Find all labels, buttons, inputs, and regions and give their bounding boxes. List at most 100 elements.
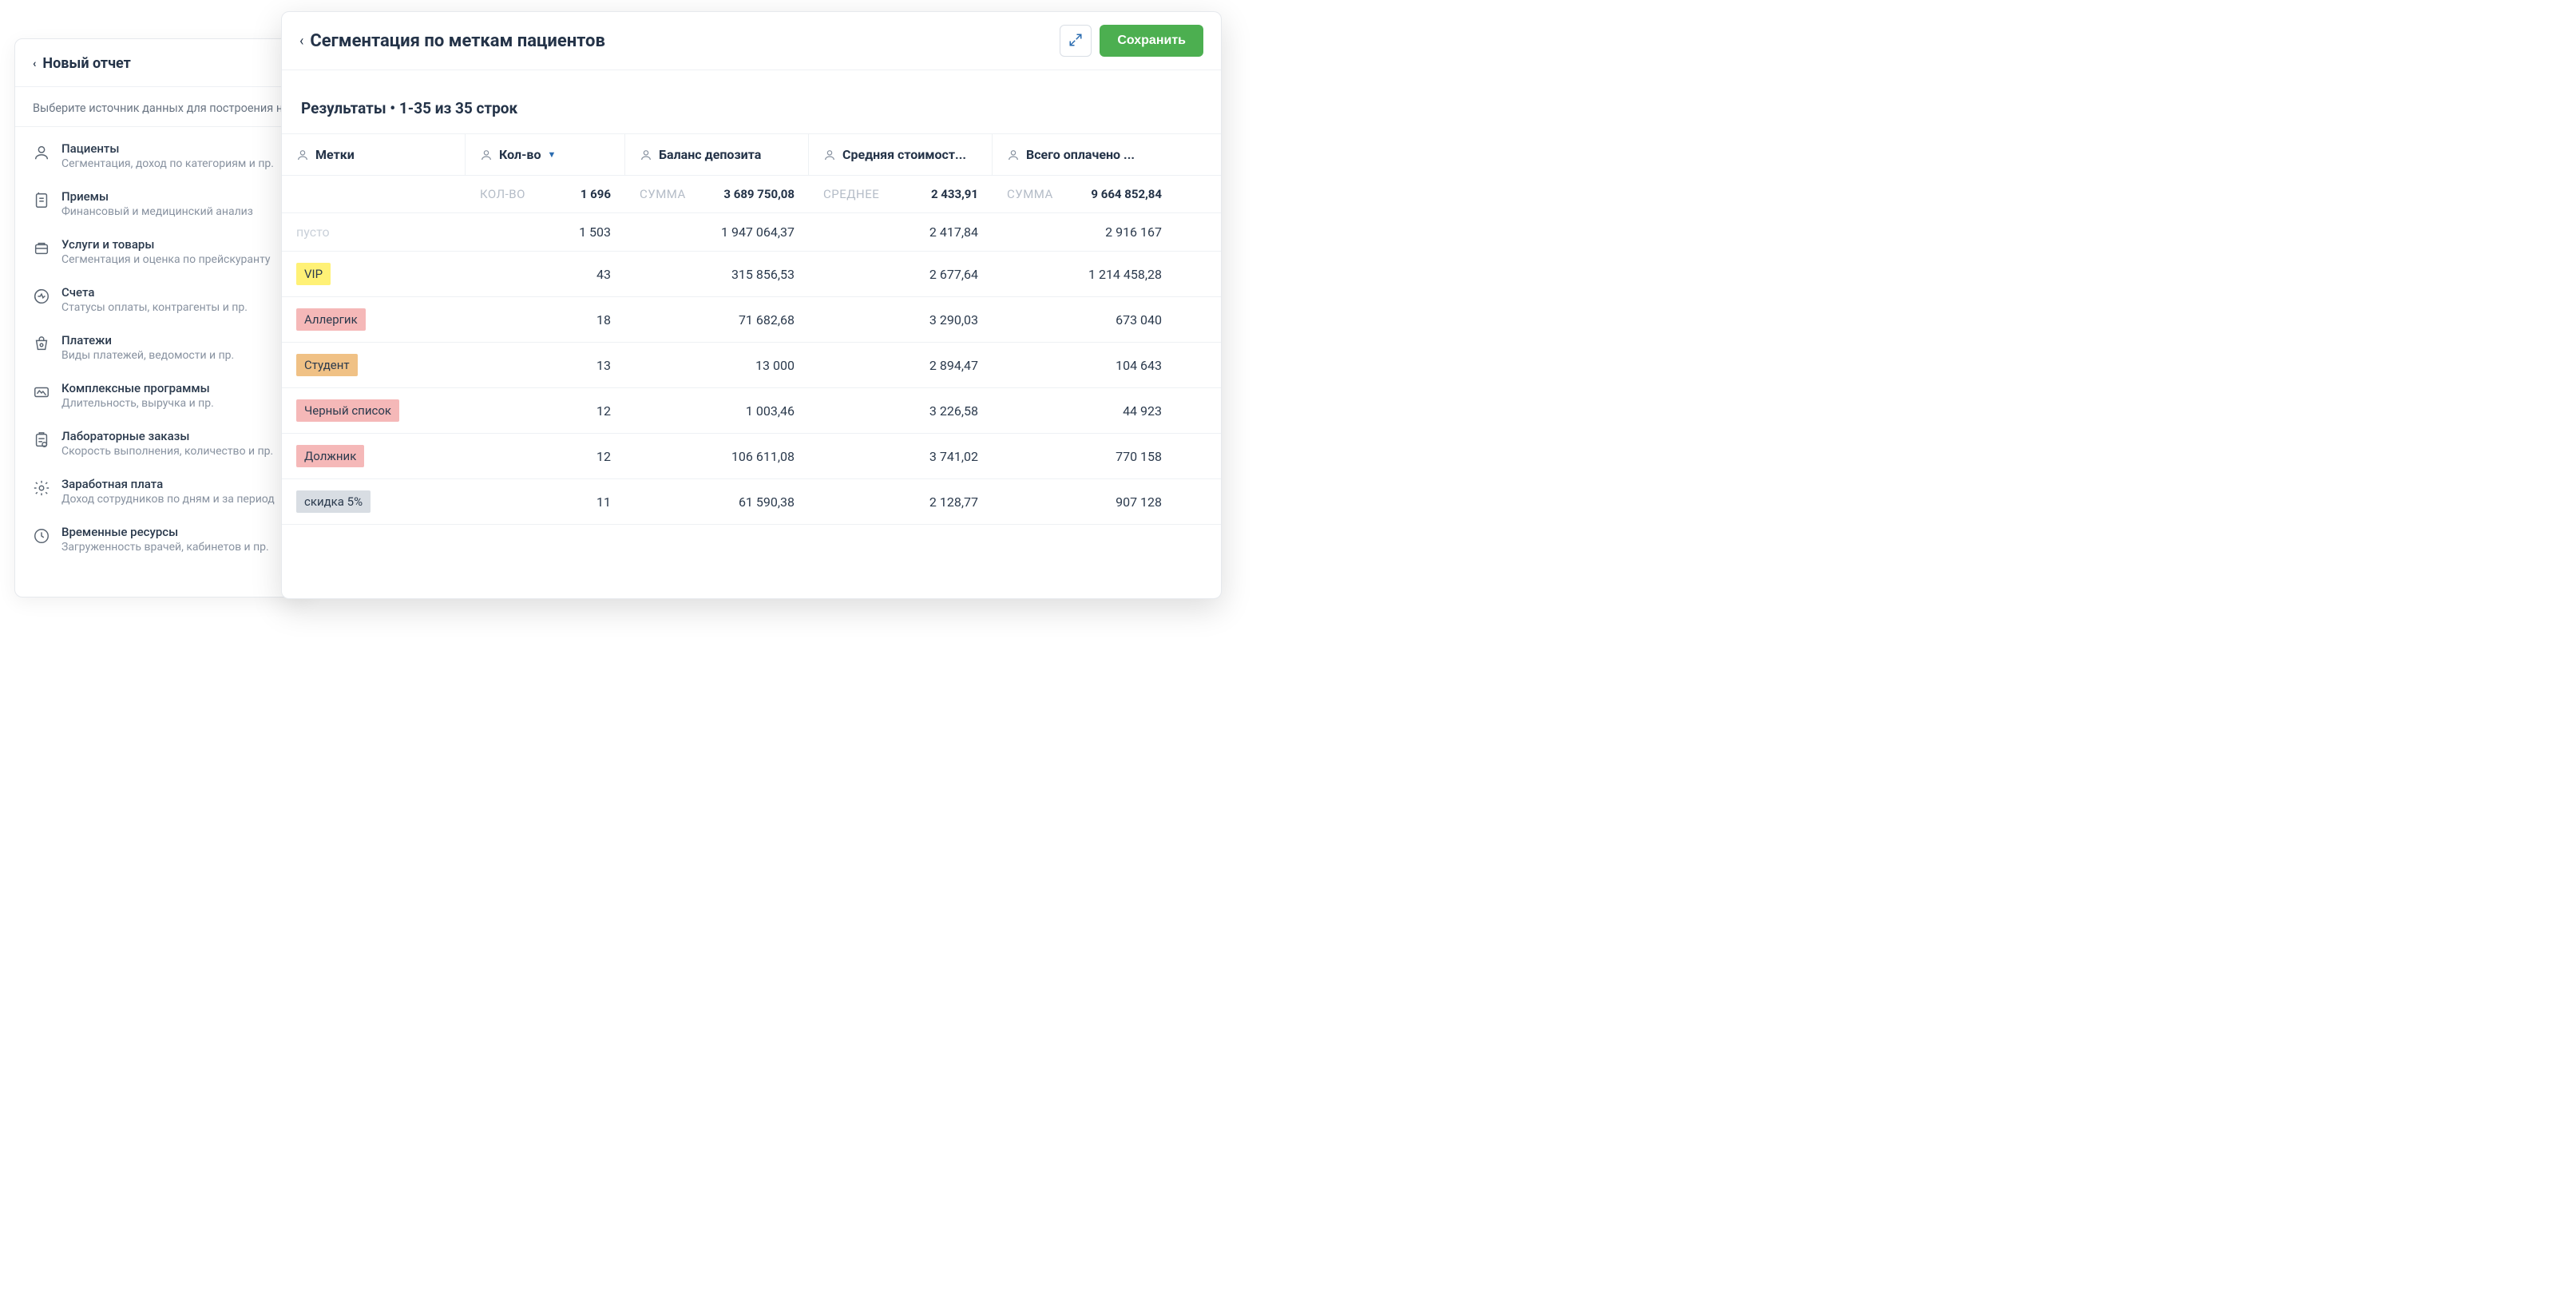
cell-tag: Черный список — [282, 388, 466, 433]
summary-label: СУММА — [640, 187, 686, 201]
table-row[interactable]: Должник12106 611,083 741,02770 158 — [282, 434, 1221, 479]
person-icon — [640, 149, 652, 161]
cell-tag: Студент — [282, 343, 466, 387]
summary-label: СРЕДНЕЕ — [823, 187, 879, 201]
data-source-item[interactable]: Заработная платаДоход сотрудников по дня… — [15, 467, 309, 515]
cell-paid: 2 916 167 — [993, 213, 1176, 251]
data-source-item[interactable]: Временные ресурсыЗагруженность врачей, к… — [15, 515, 309, 563]
summary-value: 2 433,91 — [931, 187, 978, 201]
new-report-title: Новый отчет — [42, 55, 131, 72]
source-title: Заработная плата — [61, 477, 275, 491]
data-source-item[interactable]: ПлатежиВиды платежей, ведомости и пр. — [15, 324, 309, 371]
person-icon — [1007, 149, 1020, 161]
cell-paid: 907 128 — [993, 483, 1176, 521]
chevron-left-icon[interactable]: ‹ — [299, 33, 303, 50]
source-desc: Скорость выполнения, количество и пр. — [61, 445, 273, 458]
column-label: Кол-во — [499, 147, 541, 162]
data-source-item[interactable]: СчетаСтатусы оплаты, контрагенты и пр. — [15, 276, 309, 324]
cell-count: 43 — [466, 256, 625, 293]
column-header-total-paid[interactable]: Всего оплачено ... — [993, 134, 1176, 175]
data-source-item[interactable]: Лабораторные заказы Скорость выполнения, … — [15, 419, 309, 467]
new-report-header[interactable]: ‹ Новый отчет — [15, 39, 309, 86]
source-desc: Статусы оплаты, контрагенты и пр. — [61, 301, 248, 314]
cell-avg: 3 290,03 — [809, 301, 993, 339]
table-row[interactable]: скидка 5%1161 590,382 128,77907 128 — [282, 479, 1221, 525]
source-title: Приемы — [61, 189, 253, 204]
source-icon — [33, 288, 50, 305]
column-label: Всего оплачено ... — [1026, 147, 1135, 162]
table-summary-row: КОЛ-ВО 1 696 СУММА 3 689 750,08 СРЕДНЕЕ … — [282, 176, 1221, 213]
expand-icon — [1068, 33, 1083, 50]
column-header-avg-cost[interactable]: Средняя стоимост... — [809, 134, 993, 175]
save-button[interactable]: Сохранить — [1100, 25, 1203, 57]
cell-avg: 2 677,64 — [809, 256, 993, 293]
new-report-panel: ‹ Новый отчет Выберите источник данных д… — [14, 38, 310, 597]
summary-value: 3 689 750,08 — [723, 187, 795, 201]
tag-badge: Черный список — [296, 399, 399, 422]
report-panel: ‹ Сегментация по меткам пациентов Сохран… — [281, 11, 1222, 599]
column-header-tags[interactable]: Метки — [282, 134, 466, 175]
cell-avg: 3 741,02 — [809, 438, 993, 475]
table-body: пусто1 5031 947 064,372 417,842 916 167V… — [282, 213, 1221, 525]
cell-tag: VIP — [282, 252, 466, 296]
cell-count: 11 — [466, 483, 625, 521]
table-row[interactable]: пусто1 5031 947 064,372 417,842 916 167 — [282, 213, 1221, 252]
results-summary: Результаты • 1-35 из 35 строк — [282, 70, 1221, 133]
column-label: Баланс депозита — [659, 147, 761, 162]
source-title: Пациенты — [61, 141, 274, 156]
summary-label: КОЛ-ВО — [480, 187, 525, 201]
report-header: ‹ Сегментация по меткам пациентов Сохран… — [282, 12, 1221, 70]
cell-balance: 315 856,53 — [625, 256, 809, 293]
cell-tag: Должник — [282, 434, 466, 478]
chevron-left-icon: ‹ — [33, 58, 36, 70]
cell-paid: 104 643 — [993, 347, 1176, 384]
source-title: Комплексные программы — [61, 381, 214, 395]
source-title: Услуги и товары — [61, 237, 271, 252]
source-icon — [33, 192, 50, 209]
data-source-item[interactable]: Услуги и товарыСегментация и оценка по п… — [15, 228, 309, 276]
source-icon — [33, 240, 50, 257]
table-row[interactable]: Студент1313 0002 894,47104 643 — [282, 343, 1221, 388]
data-source-item[interactable]: ПриемыФинансовый и медицинский анализ — [15, 180, 309, 228]
cell-paid: 1 214 458,28 — [993, 256, 1176, 293]
cell-count: 13 — [466, 347, 625, 384]
tag-badge: Студент — [296, 354, 358, 376]
table-row[interactable]: Аллергик1871 682,683 290,03673 040 — [282, 297, 1221, 343]
source-title: Счета — [61, 285, 248, 300]
column-header-count[interactable]: Кол-во ▼ — [466, 134, 625, 175]
table-row[interactable]: VIP43315 856,532 677,641 214 458,28 — [282, 252, 1221, 297]
summary-balance: СУММА 3 689 750,08 — [625, 176, 809, 212]
data-source-list: ПациентыСегментация, доход по категориям… — [15, 127, 309, 568]
cell-balance: 1 947 064,37 — [625, 213, 809, 251]
summary-paid: СУММА 9 664 852,84 — [993, 176, 1176, 212]
source-icon — [33, 431, 50, 449]
cell-avg: 2 417,84 — [809, 213, 993, 251]
person-icon — [480, 149, 493, 161]
source-title: Лабораторные заказы — [61, 429, 273, 443]
data-source-prompt: Выберите источник данных для построения … — [15, 86, 309, 127]
summary-value: 1 696 — [581, 187, 611, 201]
cell-paid: 673 040 — [993, 301, 1176, 339]
source-icon — [33, 527, 50, 545]
summary-value: 9 664 852,84 — [1091, 187, 1162, 201]
source-icon — [33, 479, 50, 497]
data-source-item[interactable]: ПациентыСегментация, доход по категориям… — [15, 132, 309, 180]
cell-tag: скидка 5% — [282, 479, 466, 524]
cell-avg: 2 128,77 — [809, 483, 993, 521]
sort-desc-icon: ▼ — [547, 149, 556, 160]
tag-badge: скидка 5% — [296, 490, 371, 513]
source-desc: Загруженность врачей, кабинетов и пр. — [61, 541, 269, 554]
source-desc: Виды платежей, ведомости и пр. — [61, 349, 234, 362]
table-row[interactable]: Черный список121 003,463 226,5844 923 — [282, 388, 1221, 434]
cell-balance: 13 000 — [625, 347, 809, 384]
column-header-balance[interactable]: Баланс депозита — [625, 134, 809, 175]
cell-count: 1 503 — [466, 213, 625, 251]
cell-count: 12 — [466, 438, 625, 475]
report-title: Сегментация по меткам пациентов — [310, 31, 1060, 51]
source-icon — [33, 335, 50, 353]
expand-button[interactable] — [1060, 25, 1092, 57]
column-label: Средняя стоимост... — [842, 147, 966, 162]
source-desc: Финансовый и медицинский анализ — [61, 205, 253, 218]
data-source-item[interactable]: Комплексные программыДлительность, выруч… — [15, 371, 309, 419]
cell-balance: 71 682,68 — [625, 301, 809, 339]
